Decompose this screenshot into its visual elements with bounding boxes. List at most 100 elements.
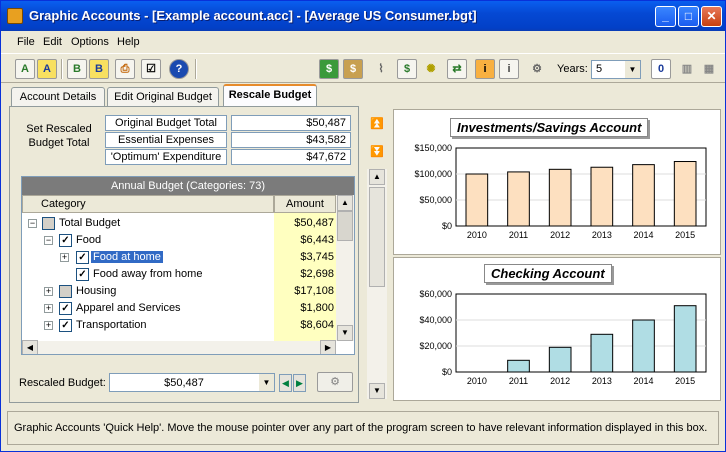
tree-amount: $1,800: [300, 302, 334, 314]
scroll-up-icon[interactable]: ▲: [337, 195, 353, 211]
quick-help-status: Graphic Accounts 'Quick Help'. Move the …: [7, 411, 719, 445]
rescaled-budget-combo[interactable]: $50,487 ▼: [109, 373, 275, 392]
checkbox[interactable]: ✓: [76, 268, 89, 281]
minimize-button[interactable]: _: [655, 6, 676, 27]
lightbulb-icon[interactable]: ✺: [421, 59, 441, 79]
scroll-thumb[interactable]: [337, 211, 353, 241]
text-b-highlight-icon[interactable]: B: [89, 59, 109, 79]
menu-help[interactable]: Help: [117, 36, 140, 48]
y-tick-label: $40,000: [419, 315, 452, 325]
plot-area: [455, 293, 707, 373]
tab-rescale-budget[interactable]: Rescale Budget: [223, 84, 317, 107]
zero-button[interactable]: 0: [651, 59, 671, 79]
bar: [673, 161, 697, 227]
summary-label: Essential Expenses: [105, 132, 227, 148]
gears-icon[interactable]: ⚙: [527, 59, 547, 79]
menu-bar: File Edit Options Help: [1, 31, 725, 53]
x-tick-label: 2010: [467, 230, 487, 240]
bar: [590, 166, 614, 227]
scroll-right-icon[interactable]: ▶: [320, 340, 336, 354]
rescaled-budget-label: Rescaled Budget:: [19, 377, 106, 389]
tree-horizontal-scrollbar[interactable]: ◀ ▶: [22, 340, 336, 354]
checkbox[interactable]: ✓: [76, 251, 89, 264]
scroll-thumb[interactable]: [369, 187, 385, 287]
transfer-icon[interactable]: ⇄: [447, 59, 467, 79]
next-icon[interactable]: ▶: [293, 374, 306, 392]
text-a-highlight-icon[interactable]: A: [37, 59, 57, 79]
info-box-icon[interactable]: i: [499, 59, 519, 79]
expand-icon[interactable]: +: [60, 253, 69, 262]
money-bag-icon[interactable]: $: [343, 59, 363, 79]
scroll-bottom-icon[interactable]: ⏬: [369, 145, 385, 161]
summary-value: $47,672: [231, 149, 351, 165]
tree-label: Total Budget: [59, 217, 121, 229]
y-tick-label: $150,000: [414, 143, 452, 153]
tree-vertical-scrollbar[interactable]: ▲ ▼: [336, 195, 354, 341]
x-tick-label: 2013: [592, 376, 612, 386]
bar-chart-icon[interactable]: ▥: [677, 59, 697, 79]
tree-amount: $17,108: [294, 285, 334, 297]
chart-scrollbar[interactable]: ▲ ▼: [367, 169, 387, 399]
text-a-icon[interactable]: A: [15, 59, 35, 79]
chart-options-icon[interactable]: ▦: [699, 59, 719, 79]
checking-chart-panel: Checking Account $0 $20,000 $40,000 $60,000…: [393, 257, 721, 401]
chevron-down-icon[interactable]: ▼: [259, 374, 274, 391]
tab-edit-original-budget[interactable]: Edit Original Budget: [107, 87, 219, 107]
years-select[interactable]: 5 ▼: [591, 60, 641, 79]
tree-row[interactable]: − Total Budget $50,487: [22, 215, 336, 232]
expand-icon[interactable]: +: [44, 287, 53, 296]
tree-amount: $8,604: [300, 319, 334, 331]
collapse-icon[interactable]: −: [28, 219, 37, 228]
checklist-icon[interactable]: ☑: [141, 59, 161, 79]
bar: [632, 164, 655, 227]
tree-row[interactable]: + ✓ Apparel and Services $1,800: [22, 300, 336, 317]
chevron-down-icon[interactable]: ▼: [625, 61, 640, 78]
money-icon[interactable]: $: [319, 59, 339, 79]
close-button[interactable]: ✕: [701, 6, 722, 27]
previous-icon[interactable]: ◀: [279, 374, 292, 392]
bar: [632, 319, 655, 373]
tree-row[interactable]: + ✓ Transportation $8,604: [22, 317, 336, 334]
maximize-button[interactable]: □: [678, 6, 699, 27]
column-header-category[interactable]: Category: [22, 195, 274, 213]
tree-row[interactable]: + ✓ Food at home $3,745: [22, 249, 336, 266]
paperclip-icon[interactable]: ⌇: [371, 59, 391, 79]
checkbox[interactable]: ✓: [59, 234, 72, 247]
apply-rescale-button[interactable]: ⚙: [317, 372, 353, 392]
title-bar[interactable]: Graphic Accounts - [Example account.acc]…: [1, 1, 725, 31]
budget-tree[interactable]: Annual Budget (Categories: 73) Category …: [21, 176, 355, 355]
help-icon[interactable]: ?: [169, 59, 189, 79]
checkbox[interactable]: ✓: [59, 319, 72, 332]
x-tick-label: 2012: [550, 230, 570, 240]
tab-account-details[interactable]: Account Details: [11, 87, 105, 107]
scroll-up-icon[interactable]: ▲: [369, 169, 385, 185]
tree-row[interactable]: ✓ Food away from home $2,698: [22, 266, 336, 283]
cash-icon[interactable]: $: [397, 59, 417, 79]
toolbar: A A B B ⎙ ☑ ? $ $ ⌇ $ ✺ ⇄ i i ⚙ Years: 5…: [1, 53, 725, 83]
collapse-icon[interactable]: −: [44, 236, 53, 245]
column-header-amount[interactable]: Amount: [274, 195, 336, 213]
checkbox[interactable]: [59, 285, 72, 298]
scroll-down-icon[interactable]: ▼: [337, 325, 353, 341]
bar: [507, 171, 530, 227]
tree-row[interactable]: − ✓ Food $6,443: [22, 232, 336, 249]
expand-icon[interactable]: +: [44, 304, 53, 313]
scroll-top-icon[interactable]: ⏫: [369, 117, 385, 133]
tree-row[interactable]: + Housing $17,108: [22, 283, 336, 300]
x-tick-label: 2010: [467, 376, 487, 386]
info-icon[interactable]: i: [475, 59, 495, 79]
x-tick-label: 2012: [550, 376, 570, 386]
checkbox[interactable]: [42, 217, 55, 230]
expand-icon[interactable]: +: [44, 321, 53, 330]
menu-edit[interactable]: Edit: [43, 36, 62, 48]
scroll-left-icon[interactable]: ◀: [22, 340, 38, 354]
print-icon[interactable]: ⎙: [115, 59, 135, 79]
scroll-down-icon[interactable]: ▼: [369, 383, 385, 399]
menu-options[interactable]: Options: [71, 36, 109, 48]
app-window: Graphic Accounts - [Example account.acc]…: [0, 0, 726, 452]
menu-file[interactable]: File: [17, 36, 35, 48]
checkbox[interactable]: ✓: [59, 302, 72, 315]
bar: [590, 333, 614, 373]
window-title: Graphic Accounts - [Example account.acc]…: [29, 8, 477, 23]
text-b-icon[interactable]: B: [67, 59, 87, 79]
